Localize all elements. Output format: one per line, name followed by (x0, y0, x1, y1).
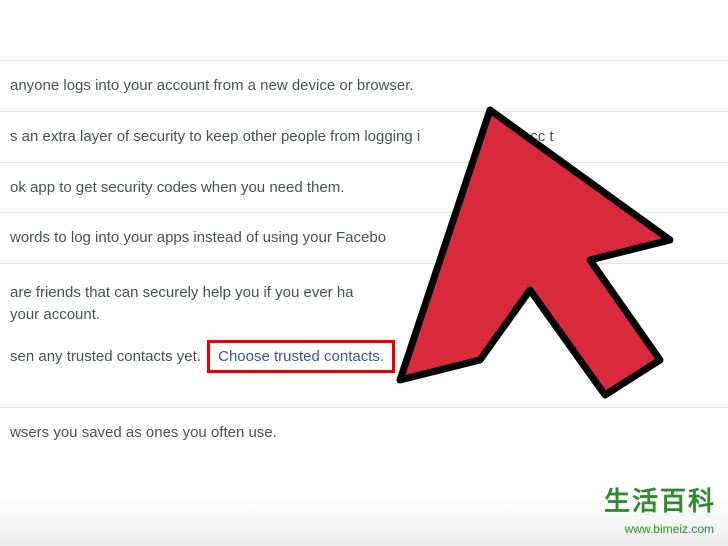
trusted-contacts-desc: are friends that can securely help you i… (10, 282, 728, 326)
row-app-passwords: words to log into your apps instead of u… (0, 212, 728, 263)
settings-panel: anyone logs into your account from a new… (0, 0, 728, 458)
code-generator-text: ok app to get security codes when you ne… (10, 177, 728, 199)
row-your-browsers: wsers you saved as ones you often use. E… (0, 407, 728, 458)
trusted-contacts-status: sen any trusted contacts yet. Choose tru… (10, 340, 728, 374)
row-login-alerts: anyone logs into your account from a new… (0, 60, 728, 111)
login-approvals-text: s an extra layer of security to keep oth… (10, 126, 728, 148)
your-browsers-text: wsers you saved as ones you often use. (10, 422, 728, 444)
watermark-logo: 生活百科 (604, 481, 716, 518)
login-alerts-text: anyone logs into your account from a new… (10, 75, 728, 97)
watermark-url: www.bimeiz.com (625, 522, 714, 536)
row-login-approvals: s an extra layer of security to keep oth… (0, 111, 728, 162)
choose-trusted-contacts-link[interactable]: Choose trusted contacts. (207, 340, 395, 374)
row-trusted-contacts: are friends that can securely help you i… (0, 263, 728, 397)
app-passwords-text: words to log into your apps instead of u… (10, 227, 728, 249)
row-code-generator: ok app to get security codes when you ne… (0, 162, 728, 213)
